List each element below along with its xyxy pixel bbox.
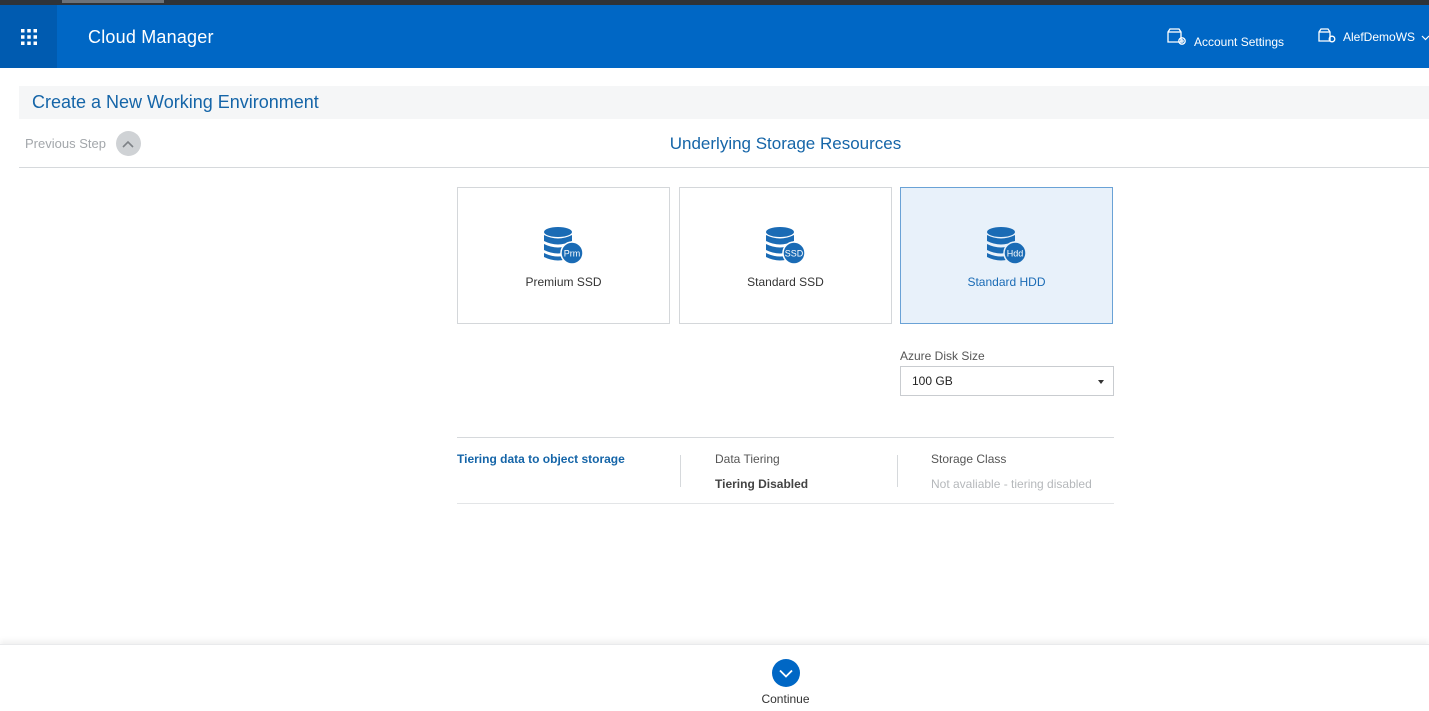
section-title: Underlying Storage Resources <box>669 134 902 153</box>
chevron-down-icon <box>771 659 800 687</box>
continue-button[interactable]: Continue <box>0 659 1429 706</box>
tiering-divider-bottom <box>457 503 1114 504</box>
database-hdd-icon: Hdd <box>986 227 1027 265</box>
tiering-separator <box>897 455 898 487</box>
workspace-label: AlefDemoWS <box>1343 30 1416 44</box>
app-header: Cloud Manager Account Settings AlefDemoW… <box>0 5 1429 68</box>
chevron-down-icon <box>1421 35 1429 41</box>
tiering-divider-top <box>457 437 1114 438</box>
grid-icon <box>20 28 37 45</box>
page-title-bar: Create a New Working Environment <box>19 86 1429 119</box>
storage-option-label: Premium SSD <box>525 275 602 289</box>
footer-bar: Continue <box>0 644 1429 711</box>
disk-size-label: Azure Disk Size <box>900 349 985 363</box>
tiering-link[interactable]: Tiering data to object storage <box>457 452 625 466</box>
disk-size-select[interactable]: 100 GB <box>900 366 1114 396</box>
badge-hdd: Hdd <box>1006 249 1023 259</box>
data-tiering-value: Tiering Disabled <box>715 477 809 491</box>
storage-class-label: Storage Class <box>931 452 1007 466</box>
account-settings-button[interactable]: Account Settings <box>1166 25 1285 49</box>
tiering-separator <box>680 455 681 487</box>
app-title: Cloud Manager <box>88 27 214 47</box>
page-title: Create a New Working Environment <box>32 92 319 112</box>
workspace-icon <box>1318 28 1336 43</box>
badge-premium: Prm <box>563 249 580 259</box>
storage-option-premium-ssd[interactable]: Prm Premium SSD <box>457 187 670 324</box>
badge-ssd: SSD <box>784 249 803 259</box>
storage-class-value: Not avaliable - tiering disabled <box>931 477 1092 491</box>
tab-indicator <box>62 0 164 3</box>
database-ssd-icon: SSD <box>765 227 806 265</box>
storage-option-standard-ssd[interactable]: SSD Standard SSD <box>679 187 892 324</box>
caret-down-icon <box>1098 380 1104 384</box>
app-menu-button[interactable] <box>0 5 57 68</box>
workspace-dropdown[interactable]: AlefDemoWS <box>1317 25 1429 45</box>
storage-option-standard-hdd[interactable]: Hdd Standard HDD <box>900 187 1113 324</box>
database-premium-icon: Prm <box>543 227 584 265</box>
data-tiering-label: Data Tiering <box>715 452 780 466</box>
account-settings-label: Account Settings <box>1194 35 1285 49</box>
disk-size-value: 100 GB <box>912 374 953 388</box>
continue-label: Continue <box>761 692 810 706</box>
storage-option-label: Standard SSD <box>747 275 824 289</box>
storage-option-label: Standard HDD <box>967 275 1046 289</box>
account-settings-icon <box>1167 28 1186 45</box>
section-divider <box>19 167 1429 168</box>
